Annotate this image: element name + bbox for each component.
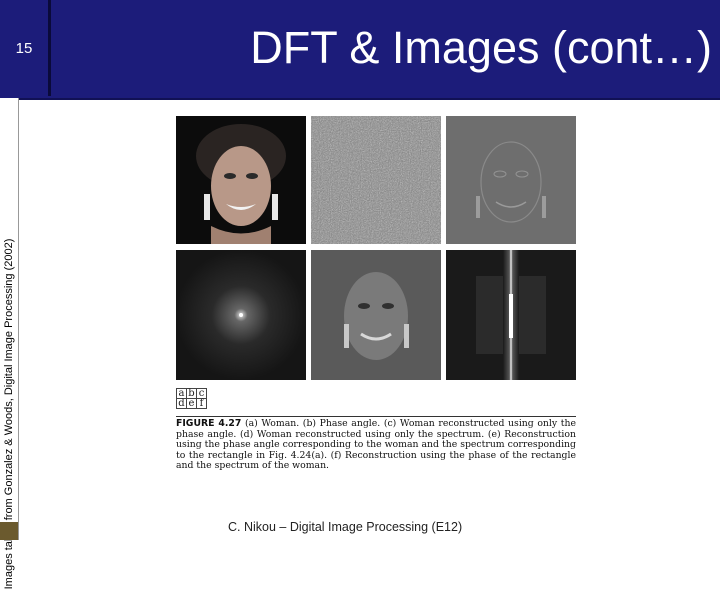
title-bar: 15 DFT & Images (cont…): [0, 0, 720, 100]
credit-sidebar: Images taken from Gonzalez & Woods, Digi…: [0, 98, 19, 589]
slide-footer: C. Nikou – Digital Image Processing (E12…: [228, 520, 463, 534]
figure: a b c d e f FIGURE 4.27 (a) Woman. (b) P…: [176, 116, 576, 482]
panel-d-spectrum-reconstruction: [176, 250, 306, 380]
panel-key-e: e: [186, 398, 197, 409]
panel-key-a: a: [176, 388, 187, 399]
panel-c-phase-reconstruction: [446, 116, 576, 244]
caption-label: FIGURE 4.27: [176, 418, 242, 429]
panel-b-phase-angle: [311, 116, 441, 244]
panel-key-c: c: [196, 388, 207, 399]
slide-title: DFT & Images (cont…): [250, 22, 712, 73]
panel-a-woman: [176, 116, 306, 244]
panel-f-rectangle-reconstruction: [446, 250, 576, 380]
panel-key-f: f: [196, 398, 207, 409]
panel-key-b: b: [186, 388, 197, 399]
panel-key: a b c d e f: [176, 388, 207, 409]
university-logo: [0, 522, 18, 540]
panel-e-mixed-reconstruction: [311, 250, 441, 380]
figure-panels: [176, 116, 576, 380]
panel-key-d: d: [176, 398, 187, 409]
slide-number-box: 15: [0, 0, 51, 96]
slide-number: 15: [15, 40, 33, 57]
figure-caption: FIGURE 4.27 (a) Woman. (b) Phase angle. …: [176, 416, 576, 472]
